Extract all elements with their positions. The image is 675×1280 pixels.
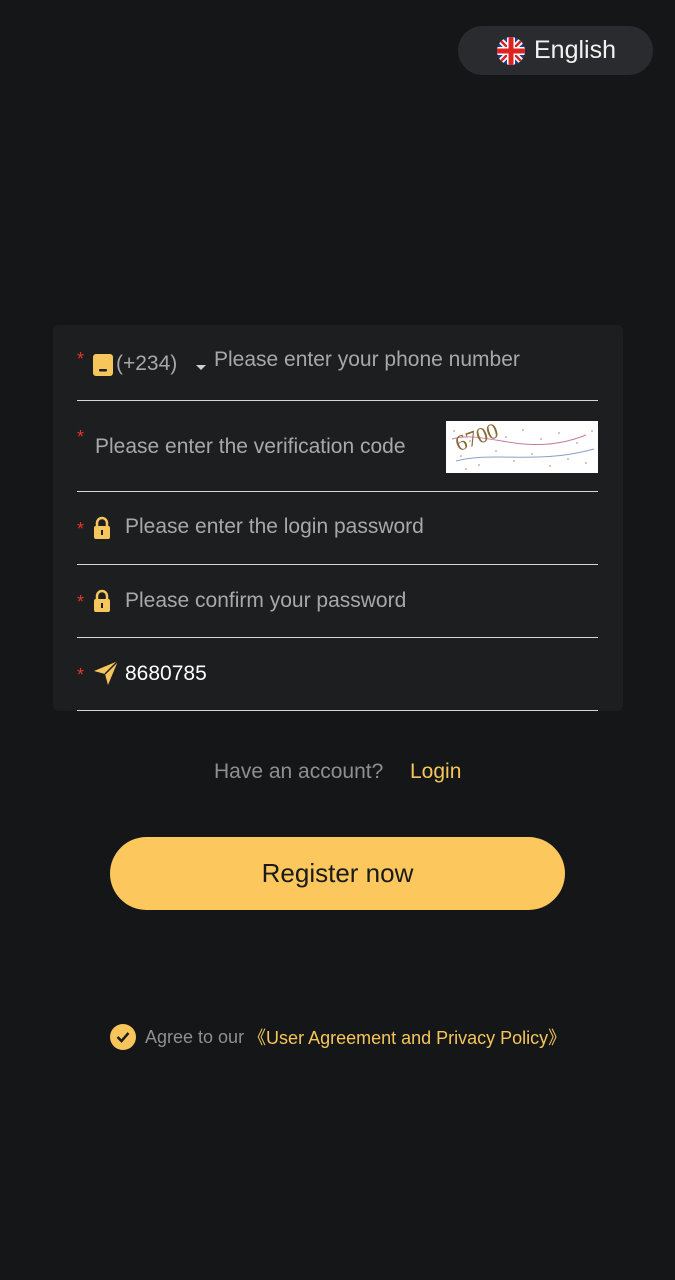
register-button[interactable]: Register now: [110, 837, 565, 910]
required-mark: *: [77, 592, 85, 612]
password-input[interactable]: Please enter the login password: [125, 515, 424, 539]
uk-flag-icon: [497, 36, 525, 65]
captcha-image[interactable]: 6700: [446, 418, 598, 473]
have-account-text: Have an account?: [214, 760, 384, 783]
agreement-row: Agree to our 《User Agreement and Privacy…: [110, 1024, 566, 1050]
lock-icon: [93, 516, 111, 540]
country-code-select[interactable]: (+234): [116, 352, 177, 376]
required-mark: *: [77, 427, 85, 447]
verification-field[interactable]: * Please enter the verification code 670…: [77, 401, 598, 492]
agree-text: Agree to our: [145, 1026, 245, 1047]
language-selector-button[interactable]: English: [458, 26, 653, 75]
policy-link[interactable]: 《User Agreement and Privacy Policy》: [248, 1024, 566, 1050]
invite-code-field[interactable]: * 8680785: [77, 638, 598, 711]
required-mark: *: [77, 665, 85, 685]
phone-field[interactable]: * (+234) Please enter your phone number: [77, 325, 598, 401]
invite-code-input[interactable]: 8680785: [125, 662, 207, 686]
confirm-password-field[interactable]: * Please confirm your password: [77, 565, 598, 638]
required-mark: *: [77, 349, 85, 369]
agree-checkbox[interactable]: [110, 1024, 136, 1050]
send-icon: [93, 660, 119, 686]
caret-down-icon[interactable]: [195, 359, 207, 377]
password-field[interactable]: * Please enter the login password: [77, 492, 598, 565]
verification-code-input[interactable]: Please enter the verification code: [95, 435, 406, 459]
required-mark: *: [77, 519, 85, 539]
check-icon: [116, 1032, 130, 1043]
confirm-password-input[interactable]: Please confirm your password: [125, 589, 406, 613]
login-link[interactable]: Login: [410, 760, 461, 784]
language-label: English: [534, 36, 616, 64]
country-flag-icon: [93, 354, 113, 376]
lock-icon: [93, 589, 111, 613]
phone-input[interactable]: Please enter your phone number: [214, 348, 520, 372]
